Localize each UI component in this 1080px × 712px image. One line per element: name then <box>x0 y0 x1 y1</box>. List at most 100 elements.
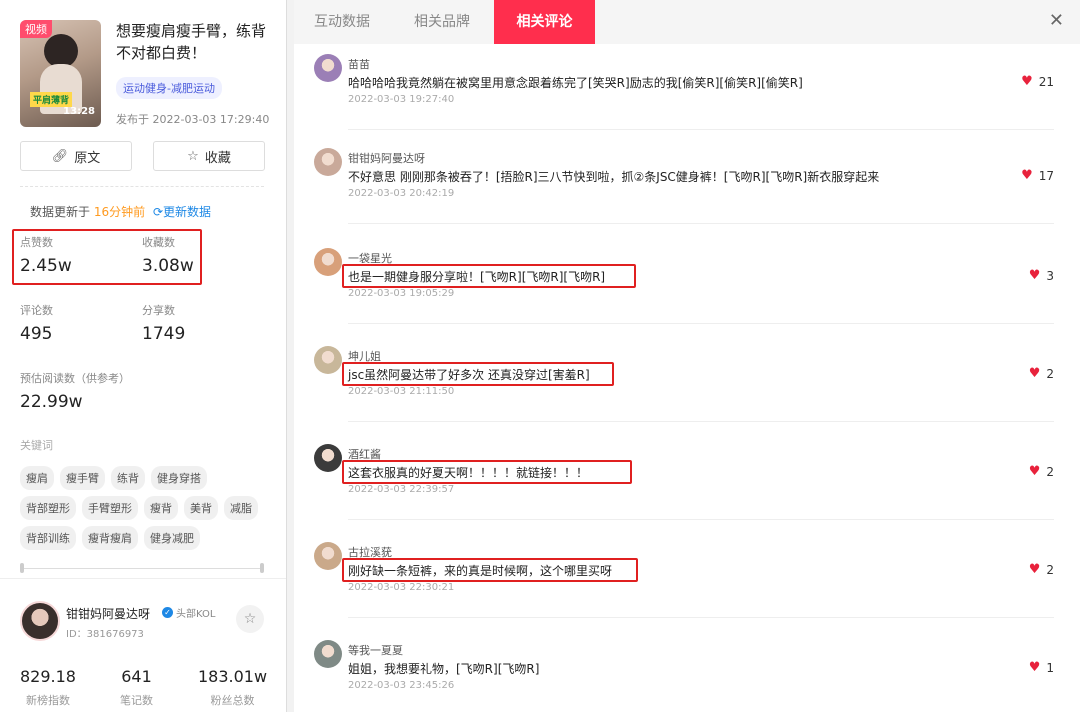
like-count: 1 <box>1046 660 1054 675</box>
comment-like[interactable]: ♥ 1 <box>1029 660 1054 675</box>
author-card: 钳钳妈阿曼达呀 ✓ 头部KOL ID：381676973 ☆ 829.18 新榜… <box>0 578 286 712</box>
comment-avatar[interactable] <box>314 640 342 668</box>
comment-avatar[interactable] <box>314 444 342 472</box>
comment-author[interactable]: 等我一夏夏 <box>348 642 403 658</box>
comment-item: 坤儿姐 jsc虽然阿曼达带了好多次 还真没穿过[害羞R] 2022-03-03 21… <box>312 346 1054 436</box>
comment-like[interactable]: ♥ 17 <box>1021 168 1054 183</box>
detail-panel: 互动数据 相关品牌 相关评论 ✕ 苗苗哈哈哈哈我竟然躺在被窝里用意念跟着练完了[… <box>294 0 1080 712</box>
author-badge-label: 头部KOL <box>176 609 216 620</box>
topic-badge[interactable]: 运动健身-减肥运动 <box>116 77 222 99</box>
tab-bar: 互动数据 相关品牌 相关评论 ✕ <box>294 0 1080 44</box>
comment-avatar[interactable] <box>314 54 342 82</box>
thumbnail-caption: 平肩薄背 <box>30 92 73 107</box>
keyword-tag[interactable]: 练背 <box>111 466 145 490</box>
original-label: 原文 <box>74 150 101 166</box>
comment-avatar[interactable] <box>314 248 342 276</box>
video-thumbnail[interactable]: 视频 平肩薄背 13:28 <box>20 20 101 127</box>
likes-value: 2.45w <box>20 256 72 276</box>
keyword-tag[interactable]: 手臂塑形 <box>82 496 138 520</box>
heart-icon: ♥ <box>1021 168 1033 183</box>
heart-icon: ♥ <box>1028 268 1041 283</box>
comment-item: 钳钳妈阿曼达呀 不好意思 刚刚那条被吞了！[捂脸R]三八节快到啦，抓②条JSC健身… <box>312 148 1054 238</box>
like-count: 2 <box>1046 562 1054 577</box>
keyword-tag[interactable]: 健身减肥 <box>144 526 200 550</box>
comment-avatar[interactable] <box>314 346 342 374</box>
like-count: 2 <box>1046 366 1054 381</box>
keyword-tag[interactable]: 瘦肩 <box>20 466 54 490</box>
comments-value: 495 <box>20 324 53 344</box>
heart-icon: ♥ <box>1028 464 1041 479</box>
keyword-tag[interactable]: 瘦手臂 <box>60 466 105 490</box>
comment-like[interactable]: ♥ 2 <box>1029 562 1054 577</box>
favorite-button[interactable]: ☆ 收藏 <box>153 141 265 171</box>
author-notes: 641 笔记数 <box>120 667 153 708</box>
collects-value: 3.08w <box>142 256 194 276</box>
keyword-tag[interactable]: 背部塑形 <box>20 496 76 520</box>
stat-shares: 分享数 1749 <box>142 302 185 344</box>
heart-icon: ♥ <box>1028 366 1041 381</box>
stat-likes: 点赞数 2.45w <box>20 234 72 276</box>
original-button[interactable]: 🔗︎ 原文 <box>20 141 132 171</box>
author-badge: ✓ 头部KOL <box>162 605 215 620</box>
comment-separator <box>348 617 1054 618</box>
comment-author[interactable]: 苗苗 <box>348 56 370 72</box>
comment-like[interactable]: ♥ 21 <box>1021 74 1054 89</box>
author-name[interactable]: 钳钳妈阿曼达呀 <box>66 605 150 622</box>
comment-like[interactable]: ♥ 2 <box>1029 366 1054 381</box>
comment-item: 苗苗哈哈哈哈我竟然躺在被窝里用意念跟着练完了[笑哭R]励志的我[偷笑R][偷笑R… <box>312 54 1054 144</box>
refresh-label: 更新数据 <box>163 205 212 219</box>
comment-like[interactable]: ♥ 2 <box>1029 464 1054 479</box>
comment-separator <box>348 519 1054 520</box>
favorite-label: 收藏 <box>204 150 231 166</box>
comment-author[interactable]: 钳钳妈阿曼达呀 <box>348 150 425 166</box>
comment-time: 2022-03-03 22:30:21 <box>348 582 455 593</box>
keyword-tag[interactable]: 瘦背 <box>144 496 178 520</box>
app-root: 视频 平肩薄背 13:28 想要瘦肩瘦手臂，练背不对都白费！ 运动健身-减肥运动… <box>0 0 1080 712</box>
comment-separator <box>348 223 1054 224</box>
thumbnail-figure-head <box>44 34 78 68</box>
keyword-tag[interactable]: 瘦背瘦肩 <box>82 526 138 550</box>
author-avatar[interactable] <box>20 601 60 641</box>
tab-interaction[interactable]: 互动数据 <box>294 0 390 44</box>
keyword-tag[interactable]: 减脂 <box>224 496 258 520</box>
verified-icon: ✓ <box>162 607 173 618</box>
note-info-panel: 视频 平肩薄背 13:28 想要瘦肩瘦手臂，练背不对都白费！ 运动健身-减肥运动… <box>0 0 287 712</box>
heart-icon: ♥ <box>1021 74 1033 89</box>
like-count: 17 <box>1038 168 1054 183</box>
comment-item: 酒红酱 这套衣服真的好夏天啊！！！！就链接！！！ 2022-03-03 22:39:… <box>312 444 1054 534</box>
comment-text: 哈哈哈哈我竟然躺在被窝里用意念跟着练完了[笑哭R]励志的我[偷笑R][偷笑R][… <box>348 76 803 90</box>
panel-resize-slider[interactable] <box>20 563 264 573</box>
keyword-tag[interactable]: 美背 <box>184 496 218 520</box>
video-duration: 13:28 <box>63 106 95 117</box>
tab-brands[interactable]: 相关品牌 <box>394 0 490 44</box>
stat-comments: 评论数 495 <box>20 302 53 344</box>
comment-time: 2022-03-03 22:39:57 <box>348 484 455 495</box>
tab-comments[interactable]: 相关评论 <box>494 0 595 44</box>
star-icon: ☆ <box>187 148 199 164</box>
close-icon[interactable]: ✕ <box>1049 10 1064 31</box>
comment-like[interactable]: ♥ 3 <box>1029 268 1054 283</box>
update-ago: 16分钟前 <box>93 205 146 219</box>
comment-item: 一袋星光 也是一期健身服分享啦！[飞吻R][飞吻R][飞吻R] 2022-03-03… <box>312 248 1054 338</box>
author-fans: 183.01w 粉丝总数 <box>198 667 267 708</box>
publish-time: 发布于 2022-03-03 17:29:40 <box>116 113 270 126</box>
comment-time: 2022-03-03 23:45:26 <box>348 680 455 691</box>
keyword-tag[interactable]: 健身穿搭 <box>151 466 207 490</box>
reads-label: 预估阅读数（供参考） <box>20 372 130 385</box>
highlight-box-comment <box>342 362 614 386</box>
refresh-data-link[interactable]: ⟳更新数据 <box>153 205 211 219</box>
comment-item: 等我一夏夏姐姐，我想要礼物，[飞吻R][飞吻R] 2022-03-03 23:45… <box>312 640 1054 712</box>
data-update-info: 数据更新于 16分钟前 ⟳更新数据 <box>30 203 211 220</box>
comment-text: 姐姐，我想要礼物，[飞吻R][飞吻R] <box>348 662 540 676</box>
author-id: ID：381676973 <box>66 629 144 640</box>
notes-value: 641 <box>121 667 152 686</box>
heart-icon: ♥ <box>1028 660 1041 675</box>
comment-avatar[interactable] <box>314 148 342 176</box>
follow-star-button[interactable]: ☆ <box>236 605 264 633</box>
comment-separator <box>348 421 1054 422</box>
refresh-icon: ⟳ <box>152 205 164 219</box>
divider <box>20 186 264 187</box>
comment-avatar[interactable] <box>314 542 342 570</box>
comment-time: 2022-03-03 20:42:19 <box>348 188 455 199</box>
keyword-tag[interactable]: 背部训练 <box>20 526 76 550</box>
